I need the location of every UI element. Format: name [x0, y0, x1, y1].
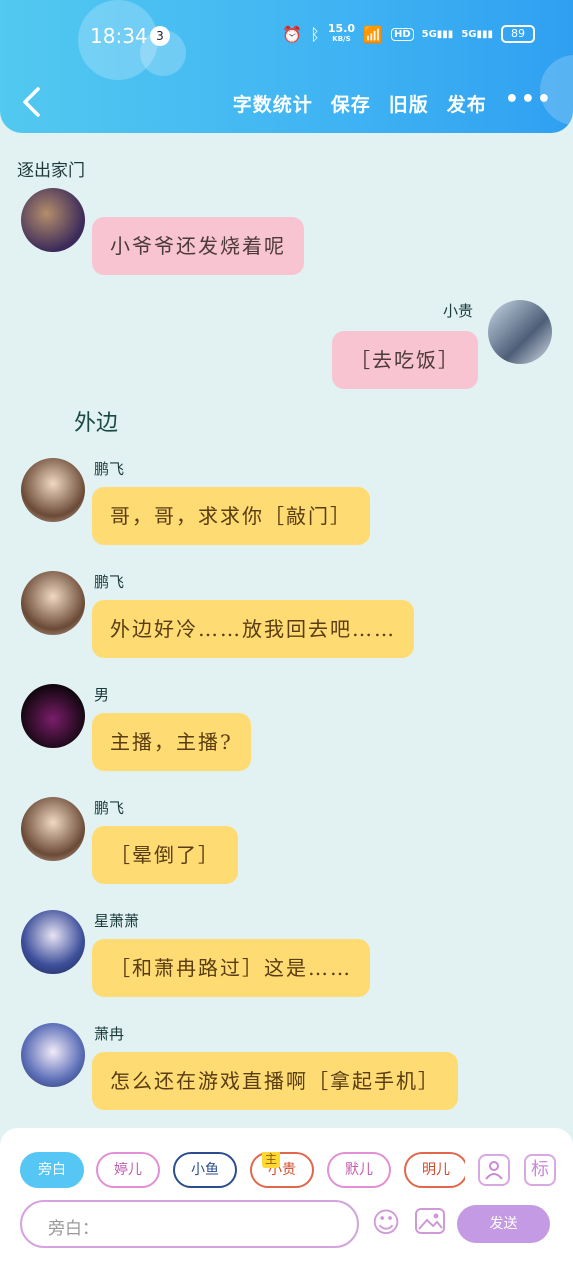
role-chip-narrator[interactable]: 旁白: [20, 1152, 84, 1188]
role-chips: 旁白 婷儿 小鱼 小贵 主 默儿 明儿: [20, 1152, 465, 1192]
message-bubble[interactable]: ［去吃饭］: [332, 331, 478, 389]
mark-button[interactable]: 标: [524, 1154, 556, 1186]
speaker-name: 鹏飞: [94, 573, 125, 591]
clock: 18:34: [90, 24, 148, 48]
role-manage-icon[interactable]: [478, 1154, 510, 1186]
message-input[interactable]: 旁白：: [20, 1200, 359, 1248]
composer-panel: 旁白 婷儿 小鱼 小贵 主 默儿 明儿 标 旁白： ☺ 发送: [0, 1128, 573, 1280]
status-icons: ⏰ ᛒ 15.0 KB/S 📶 HD 5G▮▮▮ 5G▮▮▮ 89: [282, 22, 535, 44]
avatar[interactable]: [21, 797, 85, 861]
hd-icon: HD: [390, 27, 414, 41]
more-icon[interactable]: •••: [505, 89, 553, 117]
message-bubble[interactable]: 怎么还在游戏直播啊［拿起手机］: [92, 1052, 458, 1110]
bluetooth-icon: ᛒ: [310, 24, 320, 44]
avatar[interactable]: [21, 571, 85, 635]
role-chip[interactable]: 婷儿: [96, 1152, 160, 1188]
main-role-badge: 主: [262, 1152, 280, 1168]
message-bubble[interactable]: 小爷爷还发烧着呢: [92, 217, 304, 275]
avatar[interactable]: [21, 458, 85, 522]
status-bar: 18:34 3 ⏰ ᛒ 15.0 KB/S 📶 HD 5G▮▮▮ 5G▮▮▮ 89: [0, 22, 573, 52]
avatar[interactable]: [21, 1023, 85, 1087]
role-chip[interactable]: 明儿: [404, 1152, 465, 1188]
word-count-button[interactable]: 字数统计: [233, 90, 313, 117]
role-chip[interactable]: 小贵: [250, 1152, 314, 1188]
speaker-name: 鹏飞: [94, 799, 125, 817]
avatar[interactable]: [488, 300, 552, 364]
emoji-icon[interactable]: ☺: [369, 1206, 403, 1240]
publish-button[interactable]: 发布: [447, 90, 487, 117]
scene-title: 逐出家门: [17, 161, 85, 181]
send-button[interactable]: 发送: [457, 1205, 550, 1243]
message-bubble[interactable]: ［和萧冉路过］这是……: [92, 939, 370, 997]
save-button[interactable]: 保存: [331, 90, 371, 117]
signal-icon: 5G▮▮▮: [461, 28, 493, 40]
app-header: 18:34 3 ⏰ ᛒ 15.0 KB/S 📶 HD 5G▮▮▮ 5G▮▮▮ 89…: [0, 0, 573, 133]
input-placeholder: 旁白：: [48, 1219, 99, 1239]
image-icon[interactable]: [413, 1206, 447, 1240]
notification-badge: 3: [150, 26, 170, 46]
speaker-name: 星萧萧: [94, 912, 140, 930]
wifi-icon: 📶: [363, 24, 383, 44]
avatar[interactable]: [21, 188, 85, 252]
role-chip[interactable]: 默儿: [327, 1152, 391, 1188]
speaker-name: 萧冉: [94, 1025, 125, 1043]
back-icon[interactable]: [20, 86, 46, 118]
alarm-icon: ⏰: [282, 24, 303, 44]
speaker-name: 鹏飞: [94, 460, 125, 478]
narration-text[interactable]: 外边: [74, 405, 118, 437]
message-bubble[interactable]: 外边好冷……放我回去吧……: [92, 600, 414, 658]
signal-icon: 5G▮▮▮: [421, 28, 454, 40]
message-bubble[interactable]: ［晕倒了］: [92, 826, 238, 884]
speaker-name: 男: [94, 686, 110, 704]
avatar[interactable]: [21, 684, 85, 748]
net-speed: 15.0 KB/S: [327, 22, 356, 43]
old-version-button[interactable]: 旧版: [389, 90, 429, 117]
toolbar-actions: 字数统计 保存 旧版 发布 •••: [233, 89, 553, 117]
battery-icon: 89: [501, 25, 535, 43]
message-bubble[interactable]: 主播，主播?: [92, 713, 251, 771]
avatar[interactable]: [21, 910, 85, 974]
nav-bar: 字数统计 保存 旧版 发布 •••: [0, 86, 573, 120]
role-chip[interactable]: 小鱼: [173, 1152, 237, 1188]
speaker-name: 小贵: [443, 302, 474, 320]
message-bubble[interactable]: 哥，哥，求求你［敲门］: [92, 487, 370, 545]
